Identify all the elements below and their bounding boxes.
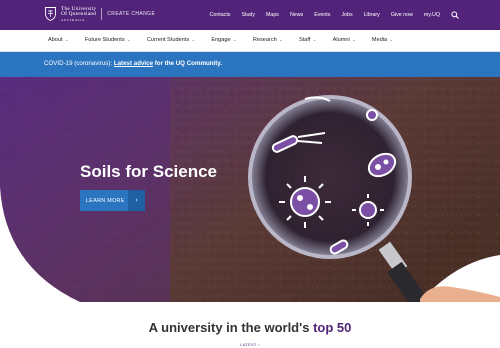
chevron-down-icon: ⌄ [64, 37, 69, 43]
util-link-contacts[interactable]: Contacts [210, 12, 231, 18]
chevron-right-icon: › [128, 190, 145, 211]
util-link-myuq[interactable]: my.UQ [424, 12, 440, 18]
chevron-down-icon: ⌄ [389, 37, 394, 43]
nav-item-alumni[interactable]: Alumni ⌄ [333, 37, 356, 43]
chevron-down-icon: ⌄ [126, 37, 131, 43]
logo-line-3: AUSTRALIA [61, 17, 86, 22]
nav-label: Staff [299, 37, 311, 43]
nav-item-media[interactable]: Media ⌄ [372, 37, 393, 43]
latest-advice-link[interactable]: Latest advice [114, 60, 153, 67]
chevron-down-icon: ⌄ [191, 37, 196, 43]
nav-label: About [48, 37, 63, 43]
latest-link[interactable]: LATEST › [0, 342, 500, 347]
uq-logo[interactable]: The University Of Queensland AUSTRALIA C… [45, 6, 156, 22]
top-bar: The University Of Queensland AUSTRALIA C… [0, 0, 500, 30]
nav-item-current-students[interactable]: Current Students ⌄ [147, 37, 196, 43]
nav-label: Current Students [146, 37, 190, 43]
learn-more-label: LEARN MORE [86, 197, 125, 204]
utility-nav: Contacts Study Maps News Events Jobs Lib… [199, 11, 459, 19]
intro-section: A university in the world's top 50 LATES… [0, 302, 500, 348]
tagline: CREATE CHANGE [107, 11, 156, 18]
util-link-jobs[interactable]: Jobs [341, 12, 352, 18]
crest-icon [45, 7, 56, 22]
rankings-headline: A university in the world's top 50 [0, 320, 500, 335]
util-link-study[interactable]: Study [241, 12, 255, 18]
util-link-events[interactable]: Events [314, 12, 330, 18]
nav-item-about[interactable]: About ⌄ [48, 37, 69, 43]
nav-item-research[interactable]: Research ⌄ [253, 37, 283, 43]
nav-label: Media [371, 37, 388, 43]
util-link-maps[interactable]: Maps [266, 12, 279, 18]
hero-banner: Soils for Science LEARN MORE › [0, 77, 500, 302]
headline-accent: top 50 [313, 320, 352, 335]
util-link-library[interactable]: Library [364, 12, 380, 18]
chevron-down-icon: ⌄ [278, 37, 283, 43]
alert-message: COVID-19 (coronavirus): Latest advice fo… [44, 60, 222, 67]
hero-title: Soils for Science [80, 162, 217, 181]
search-icon[interactable] [451, 11, 459, 19]
logo-divider [101, 8, 103, 21]
nav-label: Future Students [84, 37, 125, 43]
nav-item-staff[interactable]: Staff ⌄ [299, 37, 317, 43]
logo-line-2: Of Queensland [61, 11, 97, 18]
learn-more-button[interactable]: LEARN MORE › [80, 190, 145, 211]
util-link-give-now[interactable]: Give now [391, 12, 413, 18]
util-link-news[interactable]: News [290, 12, 303, 18]
chevron-down-icon: ⌄ [232, 37, 237, 43]
covid-alert-bar: COVID-19 (coronavirus): Latest advice fo… [0, 52, 500, 77]
headline-prefix: A university in the world's [148, 320, 314, 335]
nav-label: Alumni [332, 37, 350, 43]
alert-prefix: COVID-19 (coronavirus): [44, 60, 114, 67]
chevron-down-icon: ⌄ [351, 37, 356, 43]
hero-image [0, 77, 500, 302]
nav-label: Research [252, 37, 277, 43]
chevron-down-icon: ⌄ [312, 37, 317, 43]
nav-item-engage[interactable]: Engage ⌄ [211, 37, 237, 43]
logo-wordmark: The University Of Queensland AUSTRALIA [61, 6, 97, 22]
nav-label: Engage [211, 37, 231, 43]
main-nav: About ⌄ Future Students ⌄ Current Students… [0, 30, 500, 52]
alert-suffix: for the UQ Community. [153, 60, 223, 67]
nav-item-future-students[interactable]: Future Students ⌄ [85, 37, 131, 43]
